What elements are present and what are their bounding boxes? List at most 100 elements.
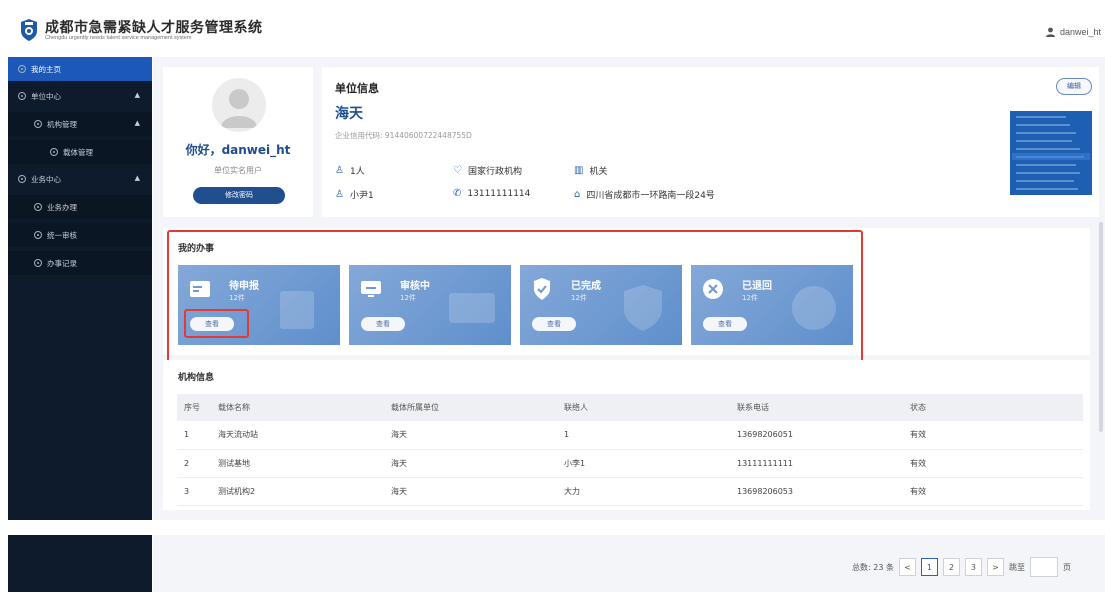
table-cell: 海天	[391, 430, 407, 440]
nav-label: 办事记录	[47, 258, 77, 268]
unit-name: 海天	[335, 106, 363, 122]
goto-label: 跳至	[1008, 562, 1025, 572]
list-thumbnail-icon	[1010, 111, 1092, 195]
page-button[interactable]: 2	[942, 558, 960, 576]
page-button[interactable]: 1	[920, 558, 938, 576]
nav-business-center[interactable]: 业务中心 ▲	[8, 167, 152, 191]
org-type: 国家行政机构	[467, 167, 522, 177]
next-page-button[interactable]: >	[986, 558, 1004, 576]
column-header: 联络人	[564, 403, 588, 412]
table-cell: 1	[184, 430, 190, 440]
location-icon: ⌂	[574, 189, 581, 200]
nav-carrier-manage[interactable]: 载体管理	[8, 140, 152, 164]
info-people: ♙ 1人	[335, 164, 365, 177]
page-button[interactable]: 3	[964, 558, 982, 576]
user-avatar-icon	[221, 89, 257, 128]
app-subtitle: Chengdu urgently needs talent service ma…	[45, 35, 192, 41]
gear-icon	[34, 203, 42, 211]
user-role: 单位实名用户	[214, 166, 262, 175]
table-cell: 13111111111	[737, 458, 793, 468]
chevron-up-icon: ▲	[134, 91, 140, 99]
gear-icon	[50, 148, 58, 156]
gear-icon	[34, 259, 42, 267]
table-cell: 海天	[391, 458, 407, 468]
gear-icon	[18, 92, 26, 100]
total-count: 总数: 23 条	[852, 562, 894, 572]
column-header: 载体所属单位	[391, 403, 439, 412]
preview-thumbnail[interactable]	[1010, 111, 1092, 195]
highlight-box-button	[184, 309, 249, 338]
nav-label: 业务中心	[31, 174, 61, 184]
table-cell: 有效	[910, 458, 926, 468]
nav-label: 载体管理	[63, 147, 93, 157]
phone-icon: ✆	[453, 188, 462, 199]
gear-icon	[18, 175, 26, 183]
table-cell: 海天流动站	[218, 430, 258, 440]
unit-address: 四川省成都市一环路南一段24号	[586, 191, 715, 201]
table-row[interactable]: 2 测试基地 海天 小李1 13111111111 有效	[177, 449, 1083, 477]
sidebar-lower	[8, 535, 152, 592]
building-icon: ▥	[574, 165, 584, 176]
nav-label: 统一审核	[47, 230, 77, 240]
unit-section-title: 单位信息	[335, 82, 379, 95]
table-cell: 小李1	[564, 458, 586, 468]
nav-business-handle[interactable]: 业务办理	[8, 195, 152, 219]
nav-unit-center[interactable]: 单位中心 ▲	[8, 84, 152, 108]
table-cell: 13698206053	[737, 486, 793, 496]
table-cell: 3	[184, 486, 190, 496]
vertical-scrollbar[interactable]	[1099, 222, 1103, 432]
table-row[interactable]: 3 测试机构2 海天 大力 13698206053 有效	[177, 477, 1083, 505]
credit-code: 企业信用代码: 91440600722448755D	[335, 131, 472, 140]
top-header: 成都市急需紧缺人才服务管理系统 Chengdu urgently needs t…	[0, 0, 1105, 55]
chevron-up-icon: ▲	[134, 119, 140, 127]
nav-label: 业务办理	[47, 202, 77, 212]
table-cell: 1	[564, 430, 570, 440]
divider	[0, 520, 1105, 535]
edit-button[interactable]: 编辑	[1056, 78, 1092, 95]
people-icon: ♙	[335, 165, 344, 176]
nav-label: 机构管理	[47, 119, 77, 129]
column-header: 载体名称	[218, 403, 250, 412]
nav-records[interactable]: 办事记录	[8, 251, 152, 275]
user-menu[interactable]: danwei_ht	[1046, 26, 1101, 38]
contact-name: 小尹1	[349, 191, 374, 201]
chevron-up-icon: ▲	[134, 174, 140, 182]
highlight-box	[167, 230, 863, 375]
prev-page-button[interactable]: <	[898, 558, 916, 576]
info-phone: ✆ 13111111114	[453, 188, 530, 199]
nav-unified-review[interactable]: 统一审核	[8, 223, 152, 247]
app-title: 成都市急需紧缺人才服务管理系统	[45, 20, 263, 36]
table-cell: 有效	[910, 486, 926, 496]
table-cell: 测试基地	[218, 458, 250, 468]
heart-icon: ♡	[453, 165, 462, 176]
logo-icon	[21, 19, 37, 41]
gear-icon	[34, 120, 42, 128]
table-cell: 2	[184, 458, 190, 468]
table-cell: 测试机构2	[218, 486, 256, 496]
gear-icon	[34, 231, 42, 239]
table-cell: 有效	[910, 430, 926, 440]
contact-phone: 13111111114	[467, 188, 531, 199]
org-info-title: 机构信息	[178, 373, 215, 383]
table-header-row: 序号 载体名称 载体所属单位 联络人 联系电话 状态	[177, 394, 1083, 421]
page-unit-label: 页	[1062, 562, 1071, 572]
username: danwei_ht	[1060, 27, 1102, 37]
nav-label: 我的主页	[31, 64, 61, 74]
page-jump-input[interactable]	[1029, 557, 1058, 577]
table-cell: 海天	[391, 486, 407, 496]
pagination: 总数: 23 条 < 1 2 3 > 跳至 页	[852, 556, 1071, 578]
gear-icon	[18, 65, 26, 73]
nav-home[interactable]: 我的主页	[8, 57, 152, 81]
table-row[interactable]: 1 海天流动站 海天 1 13698206051 有效	[177, 421, 1083, 449]
column-header: 序号	[184, 403, 200, 412]
user-icon	[1046, 27, 1055, 37]
org-table: 序号 载体名称 载体所属单位 联络人 联系电话 状态 1 海天流动站 海天 1 …	[177, 394, 1083, 506]
nav-org-manage[interactable]: 机构管理 ▲	[8, 112, 152, 136]
avatar	[212, 78, 266, 132]
change-password-button[interactable]: 修改密码	[193, 187, 285, 204]
nav-label: 单位中心	[31, 91, 61, 101]
org-category: 机关	[589, 167, 608, 177]
table-cell: 大力	[564, 486, 580, 496]
info-org-type: ♡ 国家行政机构	[453, 164, 522, 177]
info-contact: ♙ 小尹1	[335, 188, 374, 201]
